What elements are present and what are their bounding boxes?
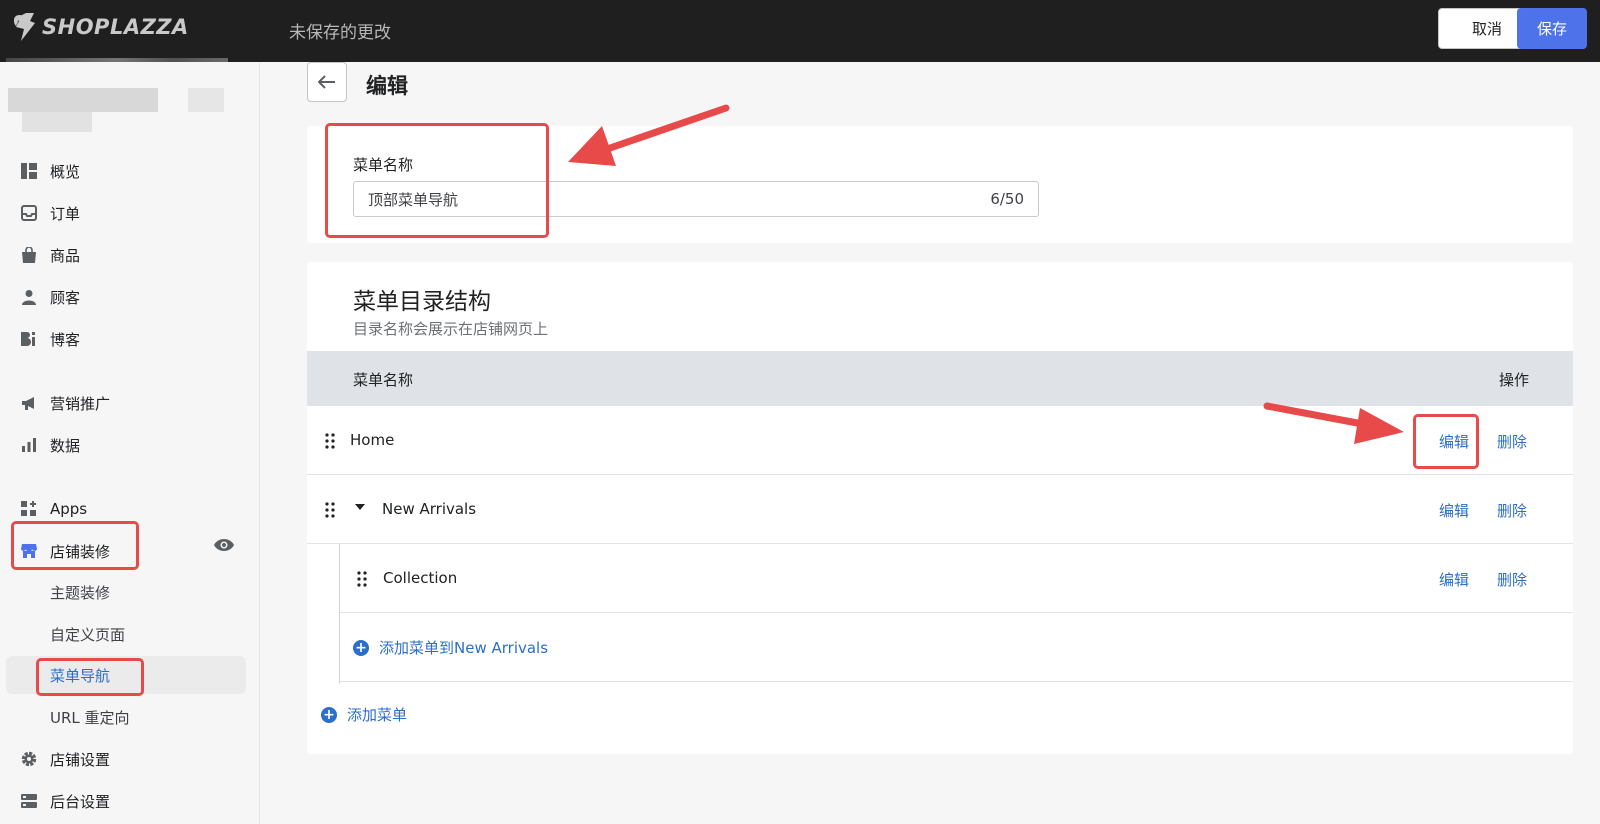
edit-link[interactable]: 编辑 [1439,431,1469,452]
menu-structure-card: 菜单目录结构 目录名称会展示在店铺网页上 菜单名称 操作 Home 编辑 删除 … [307,262,1573,754]
sidebar-item-overview[interactable]: 概览 [6,153,246,189]
table-row: New Arrivals 编辑 删除 [307,475,1573,544]
add-submenu-link[interactable]: + 添加菜单到New Arrivals [353,637,548,658]
edit-link[interactable]: 编辑 [1439,569,1469,590]
sidebar-subitem-menu-navigation[interactable]: 菜单导航 [6,656,246,694]
delete-link[interactable]: 删除 [1497,431,1527,452]
drag-handle-icon[interactable] [325,433,335,449]
drag-handle-icon[interactable] [357,571,367,587]
server-icon [20,792,38,810]
add-menu-link[interactable]: + 添加菜单 [321,704,407,725]
sidebar-item-analytics[interactable]: 数据 [6,427,246,463]
inbox-icon [20,204,38,222]
sidebar-item-online-store[interactable]: 店铺装修 [6,533,246,569]
add-submenu-row: + 添加菜单到New Arrivals [339,613,1573,682]
menu-item-name: Collection [383,569,458,587]
eye-icon[interactable] [214,538,234,552]
gear-icon [20,750,38,768]
sidebar-item-label: 博客 [50,330,81,349]
apps-icon [20,500,38,518]
sidebar-subitem-custom-pages[interactable]: 自定义页面 [6,615,246,653]
sidebar-item-products[interactable]: 商品 [6,237,246,273]
page-title: 编辑 [366,74,408,98]
sidebar-item-blog[interactable]: 博客 [6,321,246,357]
unsaved-changes-text: 未保存的更改 [289,23,391,43]
sidebar-item-label: 店铺设置 [50,750,111,769]
menu-name-input[interactable] [354,182,991,216]
bag-icon [20,246,38,264]
caret-down-icon[interactable] [355,504,365,510]
edit-link[interactable]: 编辑 [1439,500,1469,521]
sidebar-item-label: 订单 [50,204,81,223]
sidebar-item-admin-settings[interactable]: 后台设置 [6,783,246,819]
menu-name-label: 菜单名称 [353,156,414,174]
sidebar-item-marketing[interactable]: 营销推广 [6,385,246,421]
back-button[interactable] [307,62,347,102]
logo-text: SHOPLAZZA [42,15,189,39]
column-header-action: 操作 [1498,371,1529,389]
drag-handle-icon[interactable] [325,502,335,518]
sidebar-item-customers[interactable]: 顾客 [6,279,246,315]
table-row: Collection 编辑 删除 [339,544,1573,613]
sidebar-item-label: Apps [50,500,88,518]
section-title: 菜单目录结构 [353,289,491,315]
overview-icon [20,162,38,180]
sidebar-subitem-url-redirect[interactable]: URL 重定向 [6,698,246,736]
sidebar-item-label: 店铺装修 [50,542,111,561]
person-icon [20,288,38,306]
sidebar-item-apps[interactable]: Apps [6,491,246,527]
redacted-store-name [8,88,228,136]
sidebar-item-label: 营销推广 [50,394,111,413]
add-submenu-label: 添加菜单到New Arrivals [379,639,549,657]
sidebar-item-orders[interactable]: 订单 [6,195,246,231]
store-icon [20,542,38,560]
sidebar-item-label: 数据 [50,436,81,455]
add-menu-label: 添加菜单 [347,706,408,724]
char-counter: 6/50 [990,190,1024,208]
plus-circle-icon: + [353,639,369,656]
plus-circle-icon: + [321,706,337,723]
menu-name-card: 菜单名称 6/50 [307,126,1573,243]
menu-item-name: New Arrivals [382,500,477,518]
logo: SHOPLAZZA [12,12,189,42]
menu-item-name: Home [350,431,395,449]
sidebar-item-label: 后台设置 [50,792,111,811]
section-description: 目录名称会展示在店铺网页上 [353,320,549,338]
column-header-name: 菜单名称 [353,371,414,389]
sidebar-item-store-settings[interactable]: 店铺设置 [6,741,246,777]
sidebar-subitem-themes[interactable]: 主题装修 [6,573,246,611]
megaphone-icon [20,394,38,412]
bar-chart-icon [20,436,38,454]
arrow-left-icon [318,75,335,89]
table-row: Home 编辑 删除 [307,406,1573,475]
top-bar: SHOPLAZZA 未保存的更改 取消 保存 [0,0,1600,62]
blog-icon [20,330,38,348]
sidebar-item-label: 顾客 [50,288,81,307]
shoplazza-logo-icon [14,13,35,41]
save-button[interactable]: 保存 [1517,8,1587,49]
menu-name-field: 6/50 [353,181,1039,217]
sidebar-item-label: 概览 [50,162,81,181]
sidebar-item-label: 商品 [50,246,81,265]
delete-link[interactable]: 删除 [1497,500,1527,521]
table-header: 菜单名称 操作 [307,351,1573,406]
delete-link[interactable]: 删除 [1497,569,1527,590]
